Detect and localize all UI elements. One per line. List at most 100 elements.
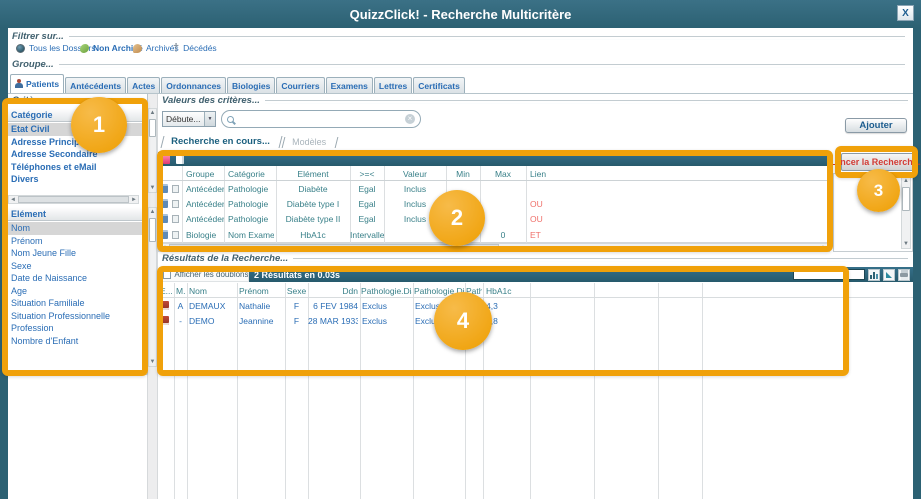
- list-item-etat-civil[interactable]: Etat Civil: [8, 123, 147, 136]
- col-header-groupe[interactable]: Groupe: [186, 169, 224, 179]
- list-item-situation-professionnelle[interactable]: Situation Professionnelle: [8, 310, 147, 323]
- criteria-cell-max[interactable]: 0: [480, 230, 526, 240]
- col-header-prenom[interactable]: Prénom: [239, 286, 283, 296]
- element-list-header[interactable]: Elément: [8, 207, 147, 221]
- criteria-cell-categorie[interactable]: Pathologie: [228, 184, 274, 194]
- criteria-cell-valeur[interactable]: Inclus: [384, 184, 446, 194]
- result-cell-pathologie-2[interactable]: Exclus: [415, 316, 464, 326]
- tab-recherche-en-cours[interactable]: Recherche en cours...: [161, 136, 283, 148]
- result-cell-ddn[interactable]: 6 FEV 1984: [308, 301, 358, 311]
- result-cell-hba1c[interactable]: 9,8: [486, 316, 528, 326]
- scroll-down-icon[interactable]: ▼: [902, 240, 910, 248]
- delete-row-icon[interactable]: [161, 199, 168, 208]
- col-header-pathologie-1[interactable]: Pathologie.Dia...: [361, 286, 412, 296]
- tab-modeles[interactable]: Modèles: [281, 137, 338, 148]
- tab-ordonnances[interactable]: Ordonnances: [161, 77, 226, 94]
- clear-icon[interactable]: ×: [405, 114, 415, 124]
- side-panel-scrollbar[interactable]: ▲ ▼: [901, 176, 911, 249]
- tab-lettres[interactable]: Lettres: [374, 77, 412, 94]
- scroll-up-icon[interactable]: ▲: [149, 109, 156, 117]
- criteria-cell-op[interactable]: Intervalle: [350, 230, 384, 240]
- scroll-up-icon[interactable]: ▲: [149, 208, 156, 216]
- filter-option-decedes[interactable]: † Décédés: [173, 43, 217, 53]
- col-header-ddn[interactable]: Ddn: [308, 286, 358, 296]
- list-item-age[interactable]: Age: [8, 285, 147, 298]
- filter-option-archives[interactable]: Archivés: [133, 43, 179, 53]
- scroll-right-icon[interactable]: ►: [820, 244, 829, 252]
- remove-criteria-icon[interactable]: [163, 155, 170, 164]
- col-header-pathologie-3[interactable]: Pathologie.Dia...: [466, 286, 482, 296]
- result-cell-pathologie-2[interactable]: Exclus: [415, 301, 464, 311]
- result-cell-sexe[interactable]: F: [285, 301, 308, 311]
- delete-row-icon[interactable]: [161, 214, 168, 223]
- result-cell-hba1c[interactable]: 4,3: [486, 301, 528, 311]
- criteria-cell-groupe[interactable]: Biologie: [186, 230, 224, 240]
- criteria-cell-groupe[interactable]: Antécédents: [186, 214, 224, 224]
- list-item-nom-jeune-fille[interactable]: Nom Jeune Fille: [8, 247, 147, 260]
- criteria-cell-element[interactable]: HbA1c: [276, 230, 350, 240]
- col-header-element[interactable]: Elément: [276, 169, 350, 179]
- criteria-cell-lien[interactable]: OU: [530, 199, 590, 209]
- result-cell-sexe[interactable]: F: [285, 316, 308, 326]
- col-header-m[interactable]: M...: [176, 286, 186, 296]
- list-item-adresse-principale[interactable]: Adresse Principale: [8, 136, 147, 149]
- result-cell-ddn[interactable]: 28 MAR 1933: [308, 316, 358, 326]
- export-icon[interactable]: [883, 269, 895, 281]
- list-item-situation-familiale[interactable]: Situation Familiale: [8, 297, 147, 310]
- criteria-cell-op[interactable]: Egal: [350, 184, 384, 194]
- col-header-valeur[interactable]: Valeur: [384, 169, 446, 179]
- chevron-down-icon[interactable]: ▼: [204, 112, 215, 126]
- scrollbar-thumb[interactable]: [149, 119, 156, 137]
- criteria-cell-lien[interactable]: OU: [530, 214, 590, 224]
- list-item-date-naissance[interactable]: Date de Naissance: [8, 272, 147, 285]
- col-header-pathologie-2[interactable]: Pathologie.Dia...: [414, 286, 464, 296]
- result-cell-prenom[interactable]: Jeannine: [239, 316, 283, 326]
- scroll-down-icon[interactable]: ▼: [149, 184, 156, 192]
- tab-courriers[interactable]: Courriers: [276, 77, 324, 94]
- result-cell-prenom[interactable]: Nathalie: [239, 301, 283, 311]
- show-duplicates-control[interactable]: Afficher les doublons...: [159, 267, 249, 282]
- tab-examens[interactable]: Examens: [326, 77, 373, 94]
- col-header-hba1c[interactable]: HbA1c: [486, 286, 528, 296]
- criteria-cell-valeur[interactable]: Inclus: [384, 199, 446, 209]
- result-cell-pathologie-3[interactable]: Exclus: [467, 301, 482, 311]
- col-header-max[interactable]: Max: [480, 169, 526, 179]
- chart-icon[interactable]: [868, 269, 880, 281]
- criteria-cell-element[interactable]: Diabète: [276, 184, 350, 194]
- scroll-right-icon[interactable]: ►: [130, 196, 138, 204]
- result-cell-pathologie-1[interactable]: Exclus: [362, 316, 412, 326]
- category-vertical-scrollbar[interactable]: ▲ ▼: [148, 108, 157, 193]
- list-item-telephones-email[interactable]: Téléphones et eMail: [8, 161, 147, 174]
- result-cell-pathologie-1[interactable]: Exclus: [362, 301, 412, 311]
- patient-record-icon[interactable]: [161, 316, 169, 325]
- list-item-nom[interactable]: Nom: [8, 222, 147, 235]
- col-header-categorie[interactable]: Catégorie: [228, 169, 274, 179]
- list-item-profession[interactable]: Profession: [8, 322, 147, 335]
- result-cell-nom[interactable]: DEMAUX: [189, 301, 235, 311]
- result-cell-pathologie-3[interactable]: Exclus: [467, 316, 482, 326]
- scrollbar-thumb[interactable]: [902, 187, 910, 211]
- list-item-divers[interactable]: Divers: [8, 173, 147, 186]
- category-list-header[interactable]: Catégorie: [8, 108, 147, 122]
- delete-row-icon[interactable]: [161, 230, 168, 239]
- operator-dropdown[interactable]: Débute... ▼: [162, 111, 216, 127]
- criteria-cell-op[interactable]: Egal: [350, 199, 384, 209]
- list-item-nombre-enfant[interactable]: Nombre d'Enfant: [8, 335, 147, 348]
- list-item-sexe[interactable]: Sexe: [8, 260, 147, 273]
- scroll-down-icon[interactable]: ▼: [149, 358, 156, 366]
- results-filter-input[interactable]: [793, 269, 865, 280]
- list-item-prenom[interactable]: Prénom: [8, 235, 147, 248]
- col-header-lien[interactable]: Lien: [530, 169, 590, 179]
- delete-row-icon[interactable]: [161, 184, 168, 193]
- col-header-op[interactable]: >=<: [350, 169, 384, 179]
- criteria-cell-categorie[interactable]: Pathologie: [228, 214, 274, 224]
- add-button[interactable]: Ajouter: [845, 118, 907, 133]
- col-header-e[interactable]: E...: [160, 286, 173, 296]
- element-vertical-scrollbar[interactable]: ▲ ▼: [148, 207, 157, 367]
- criteria-horizontal-scrollbar[interactable]: ◄ ►: [158, 243, 830, 252]
- criteria-cell-lien[interactable]: ET: [530, 230, 590, 240]
- scrollbar-thumb[interactable]: [149, 218, 156, 242]
- tab-biologies[interactable]: Biologies: [227, 77, 275, 94]
- show-duplicates-checkbox[interactable]: [163, 270, 171, 279]
- scrollbar-thumb[interactable]: [18, 196, 129, 203]
